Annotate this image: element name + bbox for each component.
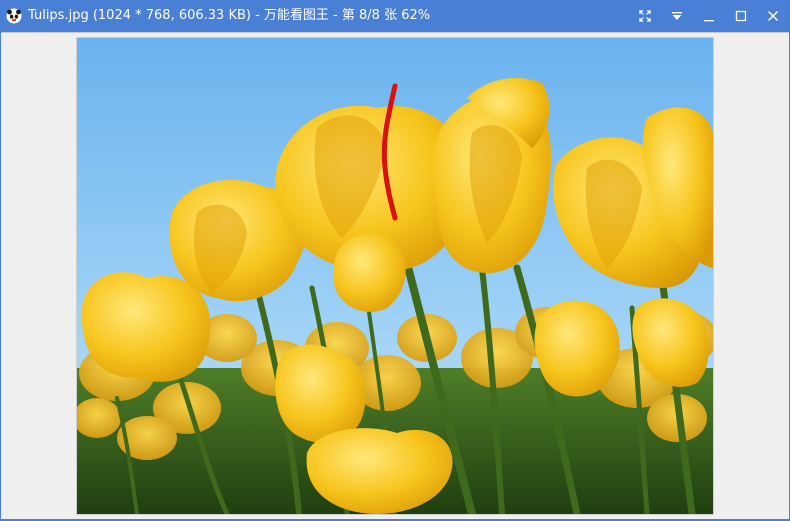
fullscreen-icon <box>639 10 651 22</box>
menu-dropdown-icon <box>672 12 682 20</box>
menu-dropdown-button[interactable] <box>667 6 687 26</box>
maximize-button[interactable] <box>731 6 751 26</box>
panda-app-icon <box>6 8 22 24</box>
close-icon <box>768 11 778 21</box>
image-display[interactable] <box>76 37 714 515</box>
maximize-icon <box>735 10 747 22</box>
close-button[interactable] <box>763 6 783 26</box>
minimize-icon <box>704 20 714 22</box>
title-bar[interactable]: Tulips.jpg (1024 * 768, 606.33 KB) - 万能看… <box>0 0 790 32</box>
window-title: Tulips.jpg (1024 * 768, 606.33 KB) - 万能看… <box>28 8 431 23</box>
minimize-button[interactable] <box>699 6 719 26</box>
tulips-image <box>77 38 713 514</box>
window-border-left <box>0 32 1 521</box>
fullscreen-button[interactable] <box>635 6 655 26</box>
